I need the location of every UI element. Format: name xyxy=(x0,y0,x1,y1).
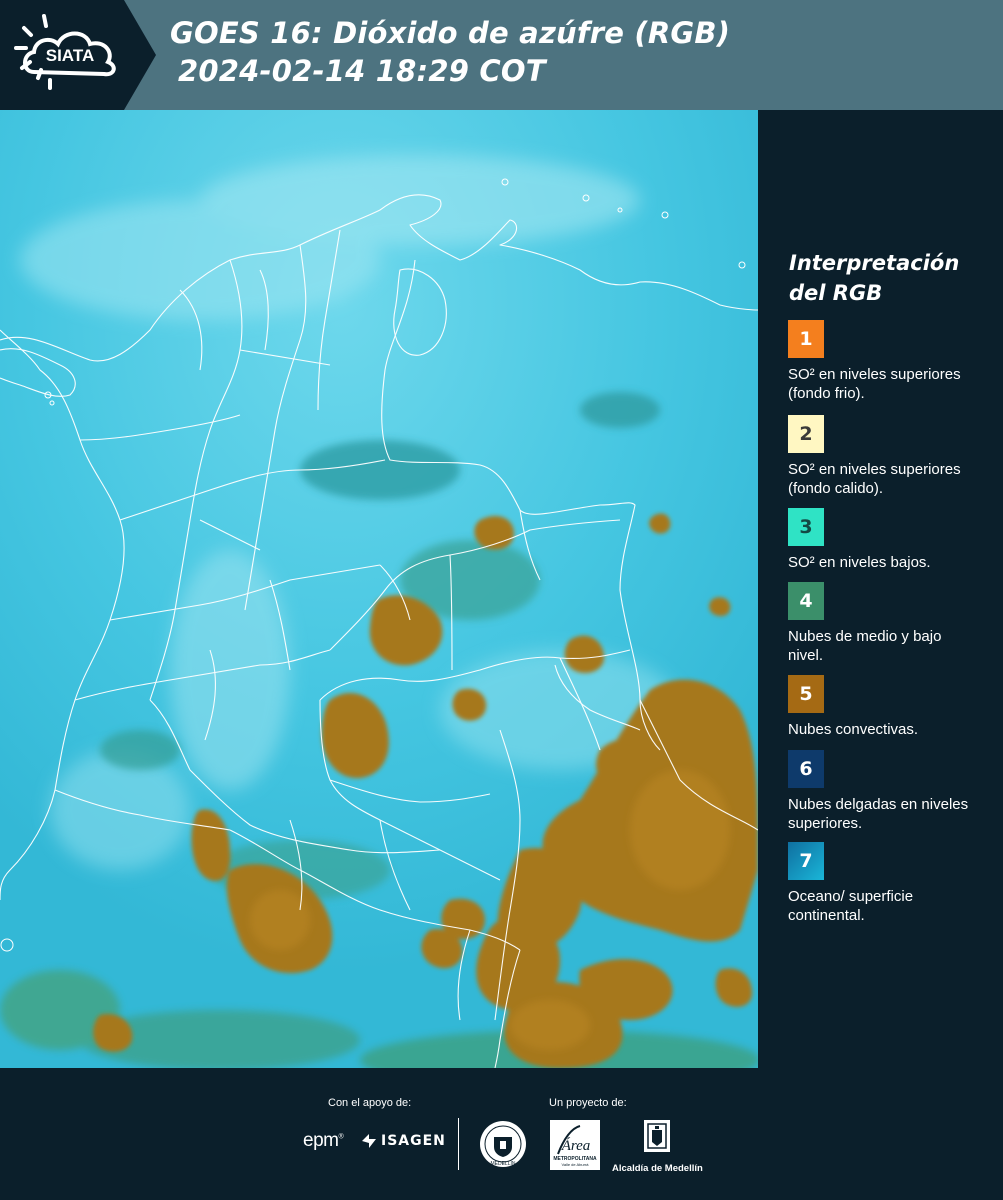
legend-panel: Interpretación del RGB 1 SO² en niveles … xyxy=(758,110,1003,1068)
footer: Con el apoyo de: Un proyecto de: epm® IS… xyxy=(0,1068,1003,1200)
siata-logo: SIATA xyxy=(0,0,160,110)
satellite-image xyxy=(0,110,758,1068)
isagen-logo-text: ISAGEN xyxy=(381,1133,446,1149)
legend-item-3: 3 SO² en niveles bajos. xyxy=(788,508,988,572)
svg-text:MEDELLÍN: MEDELLÍN xyxy=(490,1160,515,1167)
epm-logo-text: epm xyxy=(303,1130,339,1151)
epm-logo: epm® xyxy=(303,1130,344,1151)
legend-label-6: Nubes delgadas en niveles superiores. xyxy=(788,796,969,832)
legend-label-4: Nubes de medio y bajo nivel. xyxy=(788,628,942,664)
alcaldia-medellin-logo: Alcaldía de Medellín xyxy=(612,1118,703,1174)
legend-title: Interpretación del RGB xyxy=(789,251,960,305)
legend-swatch-1: 1 xyxy=(788,320,824,358)
legend-number-5: 5 xyxy=(799,683,813,705)
legend-item-5: 5 Nubes convectivas. xyxy=(788,675,988,739)
legend-swatch-6: 6 xyxy=(788,750,824,788)
legend-label-5: Nubes convectivas. xyxy=(788,721,919,738)
header: SIATA GOES 16: Dióxido de azúfre (RGB) 2… xyxy=(0,0,1003,110)
title-line-2: 2024-02-14 18:29 COT xyxy=(178,54,546,88)
legend-number-7: 7 xyxy=(799,850,813,872)
legend-item-4: 4 Nubes de medio y bajo nivel. xyxy=(788,582,988,665)
support-label: Con el apoyo de: xyxy=(328,1097,412,1109)
legend-item-1: 1 SO² en niveles superiores (fondo frio)… xyxy=(788,320,988,403)
alcaldia-logo-text: Alcaldía de Medellín xyxy=(612,1163,703,1174)
area-metropolitana-logo: Área METROPOLITANA Valle de Aburrá xyxy=(550,1120,600,1175)
satellite-map xyxy=(0,110,758,1068)
legend-number-1: 1 xyxy=(799,328,813,350)
legend-swatch-3: 3 xyxy=(788,508,824,546)
legend-label-1: SO² en niveles superiores (fondo frio). xyxy=(788,366,961,402)
siata-logo-text: SIATA xyxy=(46,46,94,65)
legend-swatch-2: 2 xyxy=(788,415,824,453)
legend-item-7: 7 Oceano/ superficie continental. xyxy=(788,842,988,925)
legend-swatch-5: 5 xyxy=(788,675,824,713)
legend-label-7: Oceano/ superficie continental. xyxy=(788,888,914,924)
legend-item-6: 6 Nubes delgadas en niveles superiores. xyxy=(788,750,988,833)
svg-text:Área: Área xyxy=(561,1137,591,1154)
legend-swatch-7: 7 xyxy=(788,842,824,880)
legend-number-3: 3 xyxy=(799,516,813,538)
legend-number-6: 6 xyxy=(799,758,813,780)
isagen-logo: ISAGEN xyxy=(360,1132,446,1150)
isagen-mark-icon xyxy=(362,1134,376,1148)
legend-item-2: 2 SO² en niveles superiores (fondo calid… xyxy=(788,415,988,498)
legend-swatch-4: 4 xyxy=(788,582,824,620)
legend-number-4: 4 xyxy=(799,590,813,612)
footer-divider xyxy=(458,1118,459,1170)
legend-label-3: SO² en niveles bajos. xyxy=(788,554,931,571)
alcaldia-shield-icon xyxy=(644,1120,670,1152)
page-title: GOES 16: Dióxido de azúfre (RGB) 2024-02… xyxy=(170,14,730,90)
project-label: Un proyecto de: xyxy=(549,1097,627,1109)
legend-number-2: 2 xyxy=(799,423,813,445)
title-line-1: GOES 16: Dióxido de azúfre (RGB) xyxy=(170,16,731,50)
medellin-seal-logo: MEDELLÍN xyxy=(478,1119,528,1174)
svg-text:Valle de Aburrá: Valle de Aburrá xyxy=(561,1162,589,1167)
legend-label-2: SO² en niveles superiores (fondo calido)… xyxy=(788,461,961,497)
